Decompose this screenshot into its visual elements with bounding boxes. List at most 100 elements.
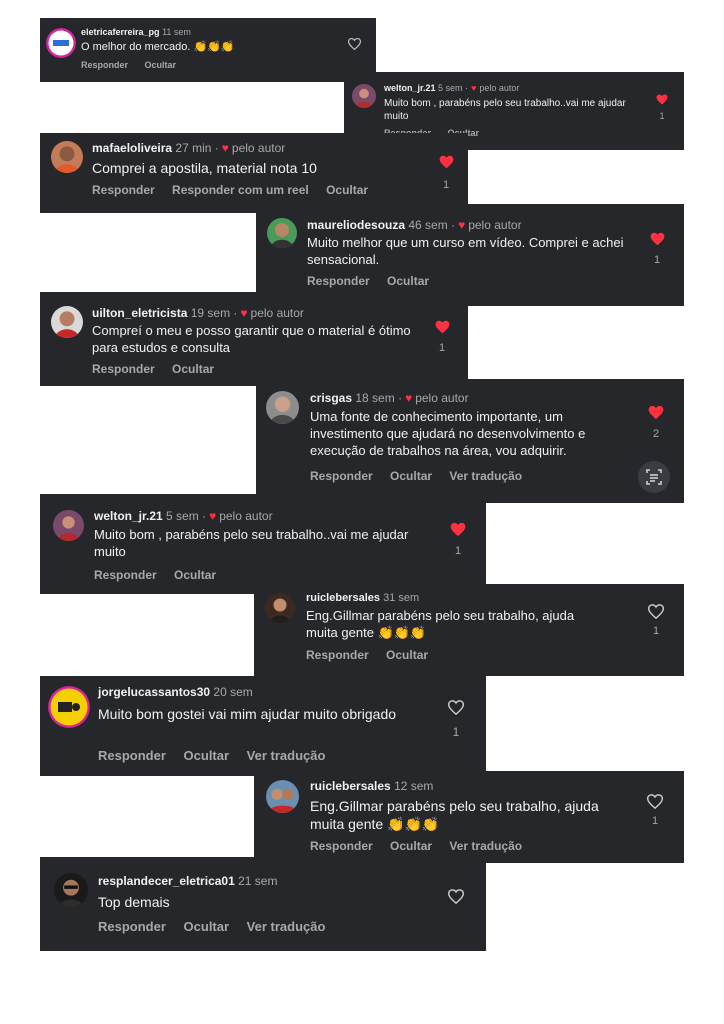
- like-count: 1: [454, 545, 462, 557]
- username[interactable]: ruiclebersales: [310, 779, 391, 793]
- avatar[interactable]: [51, 306, 83, 338]
- comment-text: Eng.Gillmar parabéns pelo seu trabalho, …: [306, 608, 575, 640]
- avatar[interactable]: [48, 686, 90, 728]
- like-count: 1: [653, 254, 661, 266]
- timestamp: 5 sem: [166, 509, 199, 523]
- like-button[interactable]: [346, 38, 362, 50]
- translate-button[interactable]: Ver tradução: [449, 839, 522, 853]
- reply-button[interactable]: Responder: [310, 839, 373, 853]
- heart-outline-icon: [347, 38, 361, 50]
- username[interactable]: ruiclebersales: [306, 592, 380, 604]
- comment-card: uilton_eletricista 19 sem · ♥ pelo autor C…: [40, 292, 468, 386]
- hide-button[interactable]: Ocultar: [386, 648, 428, 662]
- username[interactable]: welton_jr.21: [94, 509, 163, 523]
- comment-header: crisgas 18 sem · ♥ pelo autor: [310, 391, 469, 405]
- hide-button[interactable]: Ocultar: [184, 748, 230, 763]
- like-button[interactable]: 1: [652, 94, 672, 121]
- reply-button[interactable]: Responder: [306, 648, 369, 662]
- comment-actions: Responder Ocultar Ver tradução: [98, 919, 339, 934]
- comment-text: Eng.Gillmar parabéns pelo seu trabalho, …: [310, 798, 599, 833]
- like-count: 1: [442, 179, 450, 191]
- comment-card: crisgas 18 sem · ♥ pelo autor Uma fonte de…: [256, 379, 684, 503]
- comment-actions: Responder Ocultar: [306, 648, 442, 662]
- avatar[interactable]: [53, 510, 84, 541]
- like-button[interactable]: 1: [448, 522, 468, 557]
- like-button[interactable]: 1: [432, 320, 452, 354]
- avatar[interactable]: [46, 28, 76, 58]
- translate-icon[interactable]: [638, 461, 670, 493]
- reply-button[interactable]: Responder: [92, 183, 155, 197]
- username[interactable]: mafaeloliveira: [92, 141, 172, 155]
- reply-button[interactable]: Responder: [310, 469, 373, 483]
- reply-button[interactable]: Responder: [81, 60, 128, 70]
- username[interactable]: resplandecer_eletrica01: [98, 874, 235, 888]
- comment-card: ruiclebersales 31 sem Eng.Gillmar parabé…: [254, 584, 684, 676]
- reply-button[interactable]: Responder: [307, 274, 370, 288]
- like-button[interactable]: 1: [436, 155, 456, 191]
- username[interactable]: eletricaferreira_pg: [81, 27, 160, 37]
- translate-button[interactable]: Ver tradução: [449, 469, 522, 483]
- like-button[interactable]: 1: [446, 700, 466, 739]
- translate-button[interactable]: Ver tradução: [247, 919, 326, 934]
- like-count: 1: [652, 625, 660, 637]
- liked-by-author-label: pelo autor: [415, 391, 469, 405]
- avatar[interactable]: [265, 593, 295, 623]
- reply-button[interactable]: Responder: [92, 362, 155, 376]
- hide-button[interactable]: Ocultar: [387, 274, 429, 288]
- avatar[interactable]: [266, 391, 299, 424]
- translate-button[interactable]: Ver tradução: [247, 748, 326, 763]
- avatar[interactable]: [266, 780, 299, 813]
- comment-text: Muito bom gostei vai mim ajudar muito ob…: [98, 706, 397, 722]
- comment-actions: Responder Responder com um reel Ocultar: [92, 183, 382, 197]
- reply-button[interactable]: Responder: [98, 919, 166, 934]
- username[interactable]: jorgelucassantos30: [98, 685, 210, 699]
- heart-filled-icon: [450, 522, 466, 537]
- hide-button[interactable]: Ocultar: [174, 568, 216, 582]
- comment-card: eletricaferreira_pg 11 sem O melhor do m…: [40, 18, 376, 82]
- like-button[interactable]: 1: [646, 604, 666, 637]
- heart-filled-icon: [656, 94, 668, 105]
- reply-button[interactable]: Responder: [94, 568, 157, 582]
- mini-heart-icon: ♥: [240, 306, 248, 320]
- avatar[interactable]: [267, 218, 297, 248]
- hide-button[interactable]: Ocultar: [145, 60, 177, 70]
- avatar[interactable]: [54, 873, 88, 907]
- timestamp: 18 sem: [355, 391, 395, 405]
- like-button[interactable]: [446, 889, 466, 904]
- comment-card: maureliodesouza 46 sem · ♥ pelo autor Muit…: [256, 204, 684, 306]
- hide-button[interactable]: Ocultar: [390, 839, 432, 853]
- timestamp: 11 sem: [162, 27, 191, 37]
- comment-card: jorgelucassantos30 20 sem Muito bom gost…: [40, 676, 486, 776]
- heart-filled-icon: [648, 405, 664, 420]
- hide-button[interactable]: Ocultar: [326, 183, 368, 197]
- heart-outline-icon: [648, 604, 664, 619]
- username[interactable]: welton_jr.21: [384, 83, 436, 93]
- like-button[interactable]: 1: [645, 794, 665, 827]
- liked-by-author-label: pelo autor: [468, 218, 522, 232]
- comment-header: eletricaferreira_pg 11 sem: [81, 27, 191, 37]
- avatar[interactable]: [352, 84, 376, 108]
- like-button[interactable]: 2: [646, 405, 666, 440]
- username[interactable]: maureliodesouza: [307, 218, 405, 232]
- hide-button[interactable]: Ocultar: [184, 919, 230, 934]
- username[interactable]: crisgas: [310, 391, 352, 405]
- comment-header: mafaeloliveira 27 min · ♥ pelo autor: [92, 141, 286, 155]
- mini-heart-icon: ♥: [405, 391, 413, 405]
- comment-header: ruiclebersales 31 sem: [306, 592, 419, 604]
- reply-reel-button[interactable]: Responder com um reel: [172, 183, 309, 197]
- like-count: 1: [651, 815, 659, 827]
- hide-button[interactable]: Ocultar: [390, 469, 432, 483]
- comment-actions: Responder Ocultar: [94, 568, 230, 582]
- like-count: 1: [452, 725, 460, 739]
- timestamp: 5 sem: [438, 83, 463, 93]
- comment-actions: Responder Ocultar Ver tradução: [310, 839, 536, 853]
- comment-card: welton_jr.21 5 sem · ♥ pelo autor Muito bo…: [40, 494, 486, 594]
- timestamp: 20 sem: [213, 685, 253, 699]
- avatar[interactable]: [51, 141, 83, 173]
- username[interactable]: uilton_eletricista: [92, 306, 187, 320]
- timestamp: 19 sem: [190, 306, 231, 320]
- mini-heart-icon: ♥: [221, 141, 229, 155]
- reply-button[interactable]: Responder: [98, 748, 166, 763]
- like-button[interactable]: 1: [647, 232, 667, 266]
- hide-button[interactable]: Ocultar: [172, 362, 214, 376]
